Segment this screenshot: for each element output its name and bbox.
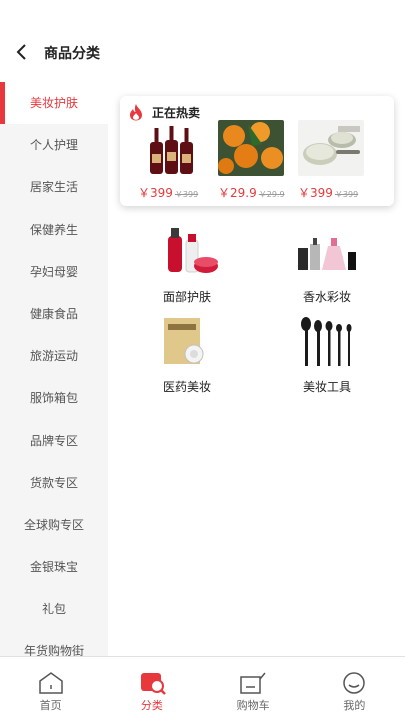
sidebar-item-maternity[interactable]: 孕妇母婴 xyxy=(0,251,108,293)
hot-product-card[interactable]: ￥399 ￥399 xyxy=(298,120,368,201)
makeup-brushes-image xyxy=(294,316,360,368)
hot-product-old-price: ￥399 xyxy=(334,190,359,199)
tab-label: 我的 xyxy=(343,699,366,712)
category-item-makeup-tools[interactable]: 美妆工具 xyxy=(272,316,382,395)
tab-profile[interactable]: 我的 xyxy=(304,657,405,720)
hot-product-old-price: ￥29.9 xyxy=(258,190,285,199)
sidebar-item-health-food[interactable]: 健康食品 xyxy=(0,293,108,335)
tab-cart[interactable]: 购物车 xyxy=(203,657,304,720)
skincare-image xyxy=(154,226,220,278)
tab-category[interactable]: 分类 xyxy=(101,657,202,720)
sidebar-item-global-zone[interactable]: 全球购专区 xyxy=(0,504,108,546)
tab-label: 首页 xyxy=(39,699,62,712)
header: 商品分类 xyxy=(0,0,405,78)
hot-product-old-price: ￥399 xyxy=(174,190,199,199)
sidebar-item-personal-care[interactable]: 个人护理 xyxy=(0,124,108,166)
hot-product-card[interactable]: ￥29.9 ￥29.9 xyxy=(218,120,288,201)
hot-sale-title: 正在热卖 xyxy=(152,105,201,120)
category-item-medical-beauty[interactable]: 医药美妆 xyxy=(132,316,242,395)
sidebar-item-brand-zone[interactable]: 品牌专区 xyxy=(0,420,108,462)
cart-icon xyxy=(240,672,266,694)
category-label: 香水彩妆 xyxy=(302,290,351,304)
category-item-facial-care[interactable]: 面部护肤 xyxy=(132,226,242,305)
tab-label: 购物车 xyxy=(236,699,270,712)
tab-label: 分类 xyxy=(140,699,163,712)
red-wine-image xyxy=(138,120,204,176)
category-label: 医药美妆 xyxy=(162,380,211,394)
cookware-image xyxy=(298,120,364,176)
sidebar-item-jewelry[interactable]: 金银珠宝 xyxy=(0,546,108,588)
profile-icon xyxy=(343,672,366,694)
sidebar-item-health[interactable]: 保健养生 xyxy=(0,209,108,251)
hot-product-price: ￥29.9 xyxy=(218,186,257,200)
sidebar-item-payment-zone[interactable]: 货款专区 xyxy=(0,462,108,504)
bottom-tab-bar: 首页 分类 购物车 我的 xyxy=(0,656,405,720)
category-item-perfume-makeup[interactable]: 香水彩妆 xyxy=(272,226,382,305)
hot-product-price: ￥399 xyxy=(138,186,173,200)
category-icon xyxy=(140,673,166,695)
sidebar-item-beauty-skincare[interactable]: 美妆护肤 xyxy=(0,82,108,125)
hot-product-card[interactable]: ￥399 ￥399 xyxy=(138,120,208,201)
category-content: 正在热卖 ￥399 ￥399 ￥29.9 ￥29.9 ￥399 ￥399 面部护… xyxy=(108,82,405,656)
home-icon xyxy=(38,672,63,694)
hot-product-price: ￥399 xyxy=(298,186,333,200)
category-label: 美妆工具 xyxy=(302,380,351,394)
flame-icon xyxy=(130,104,142,121)
sidebar-item-travel-sports[interactable]: 旅游运动 xyxy=(0,335,108,377)
oranges-image xyxy=(218,120,284,176)
sidebar-item-home-living[interactable]: 居家生活 xyxy=(0,166,108,208)
tab-home[interactable]: 首页 xyxy=(0,657,101,720)
chevron-left-icon[interactable] xyxy=(12,40,34,64)
hot-sale-card: 正在热卖 ￥399 ￥399 ￥29.9 ￥29.9 ￥399 ￥399 xyxy=(120,96,394,206)
page-title: 商品分类 xyxy=(44,46,100,62)
sidebar-item-gift-pack[interactable]: 礼包 xyxy=(0,588,108,630)
category-sidebar: 美妆护肤 个人护理 居家生活 保健养生 孕妇母婴 健康食品 旅游运动 服饰箱包 … xyxy=(0,82,108,656)
sidebar-item-new-year-street[interactable]: 年货购物街 xyxy=(0,630,108,656)
hot-sale-header: 正在热卖 xyxy=(128,102,200,122)
perfume-image xyxy=(294,226,360,278)
sidebar-item-apparel-bags[interactable]: 服饰箱包 xyxy=(0,377,108,419)
face-mask-image xyxy=(154,316,220,368)
category-label: 面部护肤 xyxy=(162,290,211,304)
